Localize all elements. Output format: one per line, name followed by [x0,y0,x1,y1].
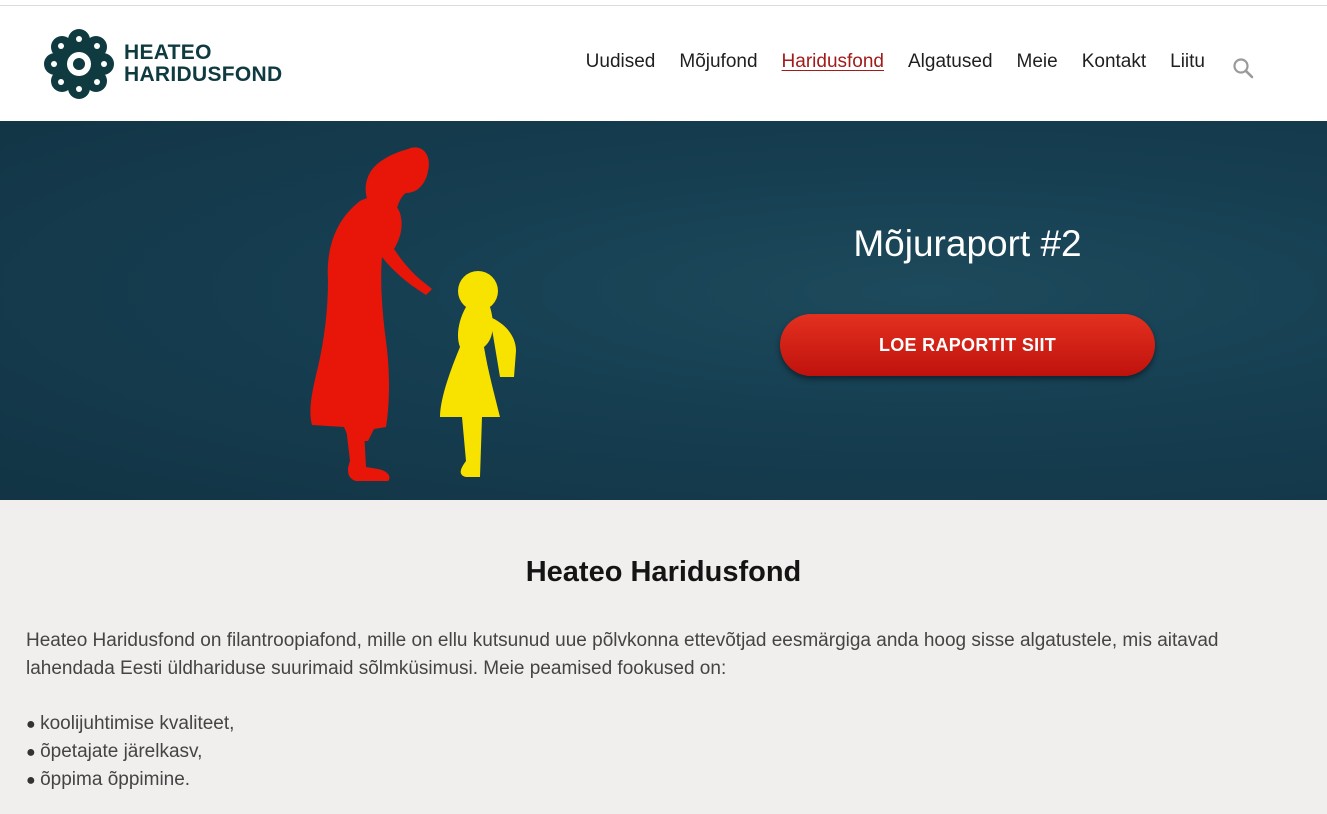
logo-line1: HEATEO [124,41,212,64]
nav-item-kontakt[interactable]: Kontakt [1082,51,1146,73]
page-title: Heateo Haridusfond [525,556,802,588]
nav-item-meie[interactable]: Meie [1017,51,1058,73]
logo-text: HEATEO HARIDUSFOND [124,42,282,86]
nav-item-algatused[interactable]: Algatused [908,51,993,73]
focus-list: koolijuhtimise kvaliteet, õpetajate järe… [26,710,1301,794]
list-item: õppima õppimine. [26,766,1301,794]
intro-paragraph: Heateo Haridusfond on filantroopiafond, … [26,630,1219,679]
flower-logo-icon [44,29,114,99]
main-content: Heateo Haridusfond Heateo Haridusfond on… [0,556,1327,794]
nav-item-haridusfond[interactable]: Haridusfond [782,51,884,73]
main-nav: Uudised Mõjufond Haridusfond Algatused M… [562,51,1205,73]
teacher-and-child-illustration [310,147,516,481]
hero-banner: Mõjuraport #2 LOE RAPORTIT SIIT [0,121,1327,500]
list-item: koolijuhtimise kvaliteet, [26,710,1301,738]
list-item: õpetajate järelkasv, [26,738,1301,766]
nav-item-uudised[interactable]: Uudised [586,51,656,73]
nav-item-mojufond[interactable]: Mõjufond [679,51,757,73]
nav-item-liitu[interactable]: Liitu [1170,51,1205,73]
hero-title: Mõjuraport #2 [853,223,1082,264]
search-icon[interactable] [1232,57,1254,84]
logo-line2: HARIDUSFOND [124,63,283,86]
read-report-button[interactable]: LOE RAPORTIT SIIT [780,314,1155,376]
site-header: HEATEO HARIDUSFOND Uudised Mõjufond Hari… [0,6,1327,121]
site-logo[interactable]: HEATEO HARIDUSFOND [42,27,282,101]
